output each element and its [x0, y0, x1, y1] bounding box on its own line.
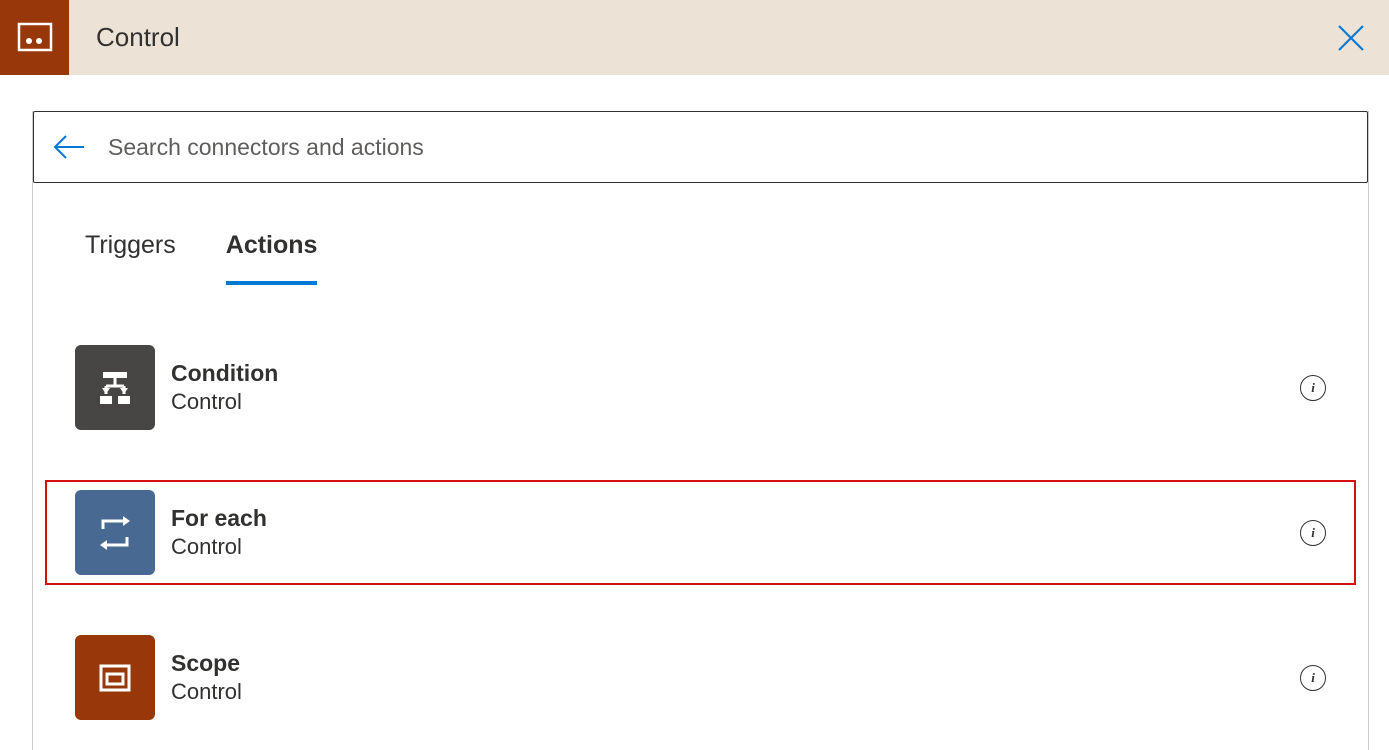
back-button[interactable] [52, 133, 86, 161]
close-button[interactable] [1331, 18, 1371, 58]
panel-header: Control [0, 0, 1389, 75]
action-text: For each Control [171, 505, 1300, 560]
search-bar [33, 111, 1368, 183]
foreach-icon [75, 490, 155, 575]
action-subtitle: Control [171, 389, 1300, 415]
tabs: Triggers Actions [85, 231, 1368, 270]
action-title: Scope [171, 650, 1300, 677]
main-panel: Triggers Actions Condition Co [32, 111, 1369, 750]
actions-list: Condition Control i For each Control i [33, 335, 1368, 750]
tab-triggers[interactable]: Triggers [85, 231, 176, 270]
control-connector-icon [0, 0, 69, 75]
condition-icon [75, 345, 155, 430]
action-item-condition[interactable]: Condition Control i [45, 335, 1356, 440]
info-button[interactable]: i [1300, 665, 1326, 691]
panel-title: Control [96, 22, 180, 53]
action-item-foreach[interactable]: For each Control i [45, 480, 1356, 585]
action-title: For each [171, 505, 1300, 532]
scope-icon [75, 635, 155, 720]
info-button[interactable]: i [1300, 375, 1326, 401]
action-text: Condition Control [171, 360, 1300, 415]
tab-actions[interactable]: Actions [226, 231, 318, 270]
action-text: Scope Control [171, 650, 1300, 705]
action-title: Condition [171, 360, 1300, 387]
search-input[interactable] [108, 134, 1367, 161]
info-button[interactable]: i [1300, 520, 1326, 546]
action-item-scope[interactable]: Scope Control i [45, 625, 1356, 730]
action-subtitle: Control [171, 534, 1300, 560]
action-subtitle: Control [171, 679, 1300, 705]
